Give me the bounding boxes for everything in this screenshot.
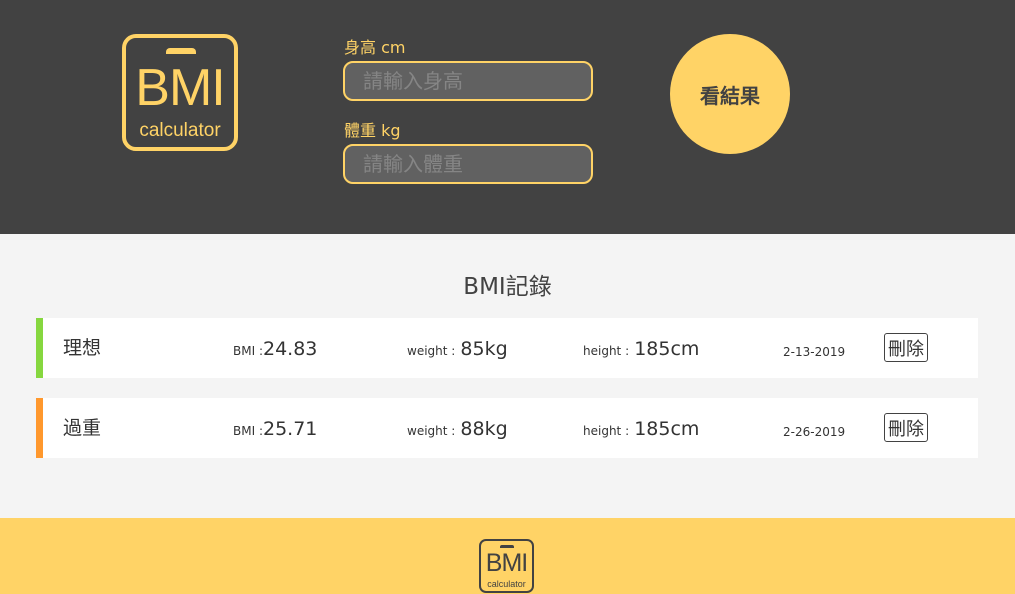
weight-key: weight : (407, 344, 456, 358)
height-label: 身高 cm (344, 38, 406, 57)
record-weight: weight : 85kg (407, 337, 508, 363)
scale-handle-icon (500, 545, 514, 548)
record-height: height : 185cm (583, 417, 699, 443)
height-value: 185cm (634, 418, 700, 440)
record-row: 理想 BMI :24.83 weight : 85kg height : 185… (36, 318, 978, 378)
record-status: 過重 (63, 417, 102, 439)
footer-logo-subtitle: calculator (487, 579, 526, 589)
logo-subtitle: calculator (139, 120, 221, 141)
scale-handle-icon (166, 48, 196, 54)
footer-bmi-logo: BMI calculator (479, 539, 534, 593)
delete-button[interactable]: 刪除 (884, 413, 928, 442)
footer: BMI calculator (0, 518, 1015, 594)
bmi-key: BMI : (233, 424, 263, 438)
record-bmi: BMI :25.71 (233, 417, 317, 443)
footer-logo-title: BMI (485, 549, 528, 577)
logo-title: BMI (135, 59, 225, 117)
see-result-button[interactable]: 看結果 (670, 34, 790, 154)
weight-value: 88kg (460, 418, 508, 440)
header: BMI calculator 身高 cm 體重 kg 看結果 (0, 0, 1015, 234)
bmi-value: 24.83 (262, 338, 318, 360)
weight-label: 體重 kg (344, 121, 401, 140)
records-title: BMI記錄 (463, 274, 552, 300)
height-key: height : (583, 344, 630, 358)
weight-key: weight : (407, 424, 456, 438)
record-row: 過重 BMI :25.71 weight : 88kg height : 185… (36, 398, 978, 458)
bmi-value: 25.71 (262, 418, 318, 440)
record-height: height : 185cm (583, 337, 699, 363)
weight-input[interactable] (343, 144, 593, 184)
height-input[interactable] (343, 61, 593, 101)
record-date: 2-26-2019 (783, 425, 846, 439)
delete-button[interactable]: 刪除 (884, 333, 928, 362)
record-status: 理想 (63, 337, 102, 359)
height-key: height : (583, 424, 630, 438)
record-weight: weight : 88kg (407, 417, 508, 443)
height-value: 185cm (634, 338, 700, 360)
bmi-key: BMI : (233, 344, 263, 358)
record-date: 2-13-2019 (783, 345, 846, 359)
bmi-logo: BMI calculator (122, 34, 238, 151)
weight-value: 85kg (460, 338, 508, 360)
record-bmi: BMI :24.83 (233, 337, 317, 363)
